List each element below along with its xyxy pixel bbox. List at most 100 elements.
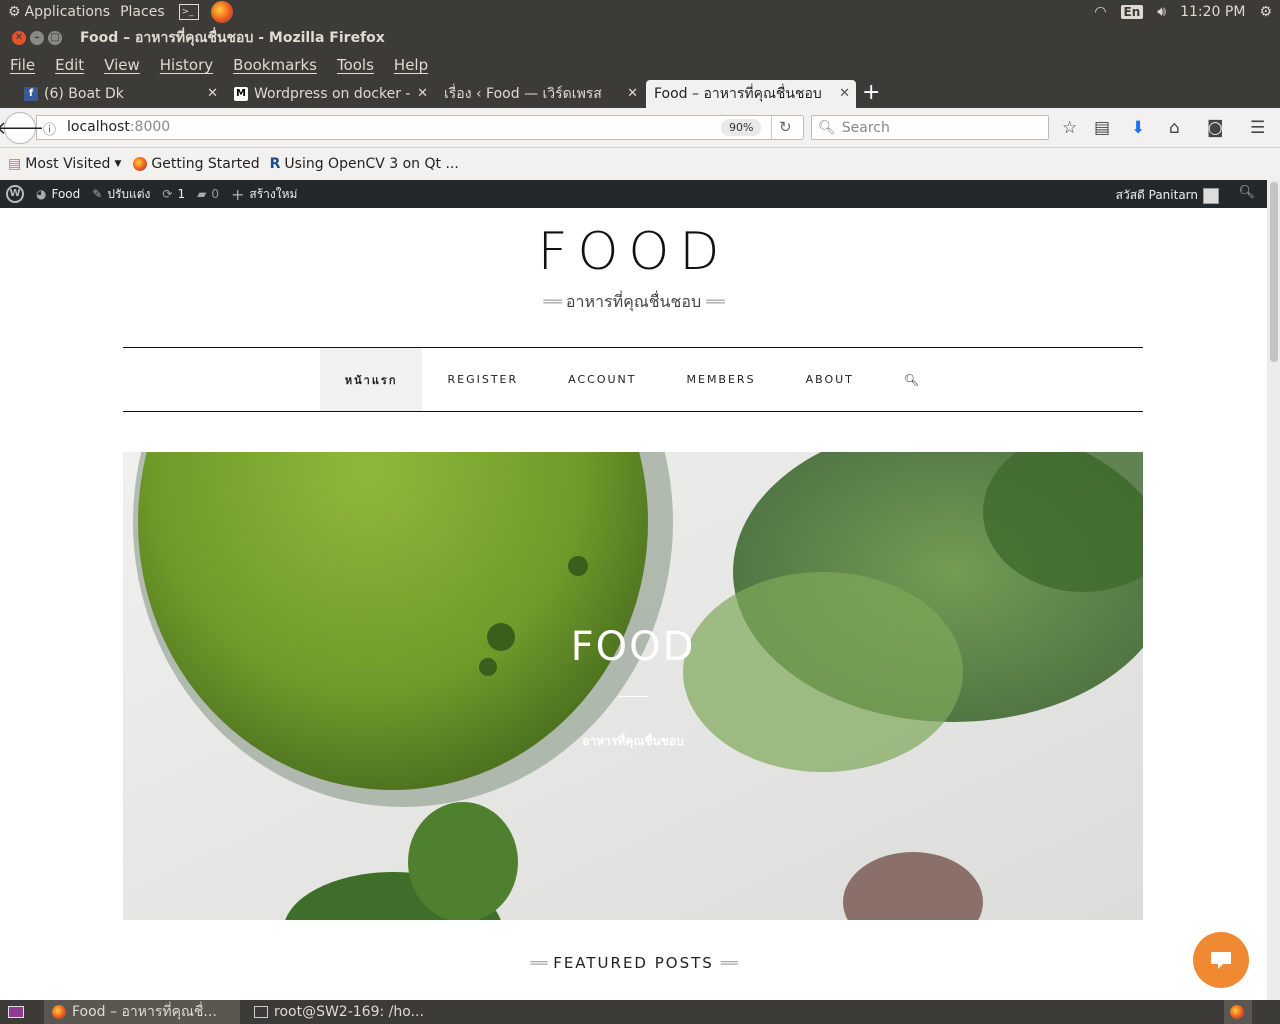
facebook-icon: f	[24, 87, 38, 101]
menu-file[interactable]: File	[10, 56, 35, 74]
search-placeholder: Search	[841, 119, 890, 136]
menu-history[interactable]: History	[160, 56, 213, 74]
tab-facebook[interactable]: f (6) Boat Dk ✕	[16, 80, 224, 108]
scrollbar-thumb[interactable]	[1270, 182, 1278, 362]
bookmark-label: Most Visited	[25, 156, 111, 172]
customize-label: ปรับแต่ง	[107, 186, 151, 201]
wifi-icon[interactable]: ◠	[1094, 4, 1106, 20]
search-icon: 🔍︎	[818, 119, 836, 136]
r-logo-icon: R	[269, 156, 281, 172]
nav-about[interactable]: ABOUT	[781, 348, 879, 411]
zoom-indicator[interactable]: 90%	[721, 119, 762, 136]
reading-list-icon[interactable]: ▤	[1094, 118, 1110, 138]
search-icon[interactable]: 🔍︎	[1238, 185, 1255, 200]
settings-gear-icon[interactable]: ⚙	[1259, 4, 1272, 20]
search-input[interactable]: 🔍︎ Search	[811, 115, 1049, 140]
greeting-label: สวัสดี Panitarn	[1115, 188, 1198, 202]
menu-view[interactable]: View	[104, 56, 140, 74]
wordpress-logo-icon: W	[6, 185, 24, 203]
minimize-window-icon[interactable]: –	[30, 31, 44, 45]
nav-account[interactable]: ACCOUNT	[543, 348, 661, 411]
heading-divider-left: ══	[530, 954, 547, 972]
ubuntu-logo-icon: ⚙	[8, 4, 21, 20]
wp-updates[interactable]: ⟳ 1	[162, 187, 185, 201]
new-tab-plus-icon[interactable]: +	[862, 80, 880, 106]
hamburger-menu-icon[interactable]: ☰	[1250, 118, 1265, 138]
volume-icon[interactable]: 🔊︎	[1157, 4, 1166, 20]
url-bar[interactable]: ⓘ localhost:8000 90% ↻	[36, 115, 804, 140]
wp-logo-menu[interactable]: W	[6, 185, 24, 203]
nav-search-button[interactable]: 🔍︎	[879, 348, 946, 411]
menu-tools[interactable]: Tools	[337, 56, 374, 74]
wp-comments[interactable]: ▰ 0	[197, 187, 219, 201]
tab-label: เรื่อง ‹ Food — เวิร์ดเพรส	[444, 86, 602, 102]
url-host: localhost	[67, 119, 130, 135]
featured-posts-heading: ══ FEATURED POSTS ══	[0, 954, 1267, 972]
terminal-icon: >_	[178, 4, 199, 20]
close-tab-icon[interactable]: ✕	[839, 86, 850, 101]
firefox-icon	[210, 1, 233, 23]
show-desktop-button[interactable]	[0, 1000, 40, 1024]
tab-food-active[interactable]: Food – อาหารที่คุณชื่นชอบ ✕	[646, 80, 856, 108]
bookmarks-toolbar: ▤ Most Visited ▼ Getting Started R Using…	[0, 148, 1280, 180]
wp-customize[interactable]: ✎ ปรับแต่ง	[92, 185, 150, 204]
bookmark-getting-started[interactable]: Getting Started	[133, 156, 260, 172]
chat-widget-button[interactable]	[1193, 932, 1249, 988]
back-button[interactable]: 🡐	[0, 112, 44, 144]
updates-count: 1	[177, 187, 186, 201]
taskbar-item-terminal[interactable]: root@SW2-169: /ho...	[246, 1000, 442, 1024]
reload-icon[interactable]: ↻	[779, 118, 792, 136]
close-tab-icon[interactable]: ✕	[417, 86, 428, 101]
hero-image: FOOD อาหารที่คุณชื่นชอบ	[123, 452, 1143, 920]
keyboard-layout-indicator[interactable]: En	[1120, 5, 1144, 19]
tab-label: Food – อาหารที่คุณชื่นชอบ	[654, 86, 822, 102]
wp-site-link[interactable]: ◕ Food	[36, 187, 80, 201]
menu-edit[interactable]: Edit	[55, 56, 84, 74]
nav-members[interactable]: MEMBERS	[662, 348, 781, 411]
nav-register[interactable]: REGISTER	[422, 348, 543, 411]
window-titlebar: ✕ – □ Food – อาหารที่คุณชื่นชอบ - Mozill…	[0, 24, 1280, 52]
chevron-down-icon: ▼	[114, 159, 122, 169]
applications-menu[interactable]: ⚙ Applications	[8, 4, 110, 20]
menu-help[interactable]: Help	[394, 56, 428, 74]
url-text[interactable]: localhost:8000	[67, 119, 170, 135]
firefox-icon	[1230, 1005, 1244, 1019]
bookmark-opencv[interactable]: R Using OpenCV 3 on Qt ...	[270, 156, 459, 172]
workspace-switcher[interactable]	[1224, 1000, 1252, 1024]
hero-title: FOOD	[570, 624, 696, 670]
back-arrow-icon: 🡐	[0, 117, 45, 139]
pocket-icon[interactable]: ◙	[1207, 118, 1224, 138]
taskbar-item-firefox[interactable]: Food – อาหารที่คุณชื่...	[44, 1000, 240, 1024]
page-content: FOOD ══ อาหารที่คุณชื่นชอบ ══ หน้าแรก RE…	[0, 208, 1267, 1000]
wp-account-menu[interactable]: สวัสดี Panitarn	[1116, 186, 1219, 205]
clock[interactable]: 11:20 PM	[1180, 4, 1245, 20]
nav-home[interactable]: หน้าแรก	[319, 348, 423, 411]
places-menu[interactable]: Places	[120, 4, 165, 20]
comment-bubble-icon: ▰	[197, 187, 207, 201]
nav-toolbar: ⓘ localhost:8000 90% ↻ 🡐 🔍︎ Search ☆ ▤ ⬇…	[0, 108, 1280, 148]
info-icon[interactable]: ⓘ	[43, 119, 56, 138]
top-panel: ⚙ Applications Places >_ ◠ En 🔊︎ 11:20 P…	[0, 0, 1280, 24]
downloads-icon[interactable]: ⬇	[1131, 118, 1145, 138]
tab-medium[interactable]: M Wordpress on docker - ✕	[226, 80, 434, 108]
wp-new-content[interactable]: + สร้างใหม่	[231, 185, 297, 204]
tab-label: (6) Boat Dk	[44, 86, 124, 102]
tab-wp-admin[interactable]: เรื่อง ‹ Food — เวิร์ดเพรส ✕	[436, 80, 644, 108]
bookmark-most-visited[interactable]: ▤ Most Visited ▼	[8, 156, 121, 172]
close-tab-icon[interactable]: ✕	[207, 86, 218, 101]
site-title[interactable]: FOOD	[0, 222, 1267, 282]
menu-bookmarks[interactable]: Bookmarks	[233, 56, 317, 74]
firefox-launcher[interactable]	[210, 1, 233, 23]
terminal-launcher[interactable]: >_	[178, 4, 199, 20]
folder-icon: ▤	[8, 156, 22, 172]
bookmark-star-icon[interactable]: ☆	[1062, 118, 1077, 138]
places-label: Places	[120, 4, 165, 20]
hero-subtitle: อาหารที่คุณชื่นชอบ	[582, 734, 684, 748]
maximize-window-icon[interactable]: □	[48, 31, 62, 45]
close-window-icon[interactable]: ✕	[12, 31, 26, 45]
close-tab-icon[interactable]: ✕	[627, 86, 638, 101]
terminal-icon	[254, 1006, 268, 1018]
tab-strip: f (6) Boat Dk ✕ M Wordpress on docker - …	[0, 78, 1280, 108]
window-title: Food – อาหารที่คุณชื่นชอบ - Mozilla Fire…	[80, 30, 385, 46]
home-icon[interactable]: ⌂	[1169, 118, 1180, 138]
